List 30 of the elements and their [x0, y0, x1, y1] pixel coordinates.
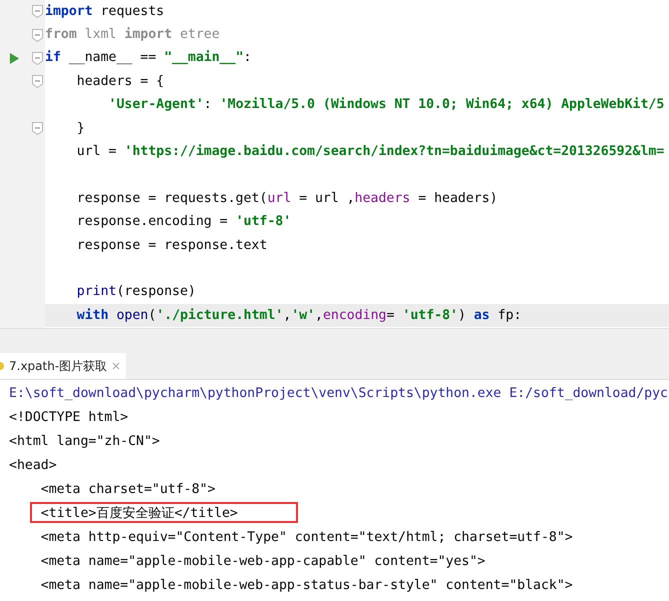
code-line: 'User-Agent': 'Mozilla/5.0 (Windows NT 10.0; Win64; x64) AppleWebKit/5	[108, 96, 664, 114]
code-line: url = 'https://image.baidu.com/search/index?tn=baiduimage&ct=201326592&lm=	[76, 143, 664, 162]
code-line: from lxml import etree	[45, 26, 220, 44]
console-output-line: <head>	[9, 458, 57, 472]
code-line: headers = {	[76, 72, 164, 91]
run-icon[interactable]	[9, 52, 20, 65]
console-output-line: <meta name="apple-mobile-web-app-capable" content="yes">	[40, 554, 486, 568]
command-line: E:\soft_download\pycharm\pythonProject\venv\Scripts\python.exe E:/soft_download/pyc	[9, 386, 668, 400]
fold-icon[interactable]	[32, 5, 43, 18]
code-line: print(response)	[76, 283, 196, 302]
code-line: response = response.text	[76, 236, 268, 255]
fold-icon[interactable]	[32, 75, 43, 88]
fold-icon[interactable]	[32, 52, 43, 65]
code-line: response = requests.get(url = url ,headers = headers)	[76, 190, 498, 208]
fold-icon[interactable]	[32, 122, 43, 136]
console-output-line: <html lang="zh-CN">	[9, 434, 160, 448]
console-output-line: <meta charset="utf-8">	[40, 482, 216, 496]
code-line: with open('./picture.html','w',encoding= 'utf-8') as fp:	[76, 306, 522, 325]
console-output-line: <title>百度安全验证</title>	[40, 505, 238, 522]
console-output-line: <!DOCTYPE html>	[9, 410, 128, 424]
code-line: if __name__ == "__main__":	[45, 49, 252, 68]
close-icon[interactable]	[112, 362, 120, 370]
code-line: import requests	[45, 2, 164, 21]
console-output-line: <meta name="apple-mobile-web-app-status-bar-style" content="black">	[40, 578, 573, 592]
code-editor[interactable]	[0, 0, 669, 328]
run-tab[interactable]: 7.xpath-图片获取	[0, 353, 126, 379]
console-output-line: <meta http-equiv="Content-Type" content="text/html; charset=utf-8">	[40, 530, 573, 544]
code-line: }	[76, 120, 85, 138]
code-line: response.encoding = 'utf-8'	[76, 213, 292, 232]
fold-icon[interactable]	[32, 28, 43, 42]
